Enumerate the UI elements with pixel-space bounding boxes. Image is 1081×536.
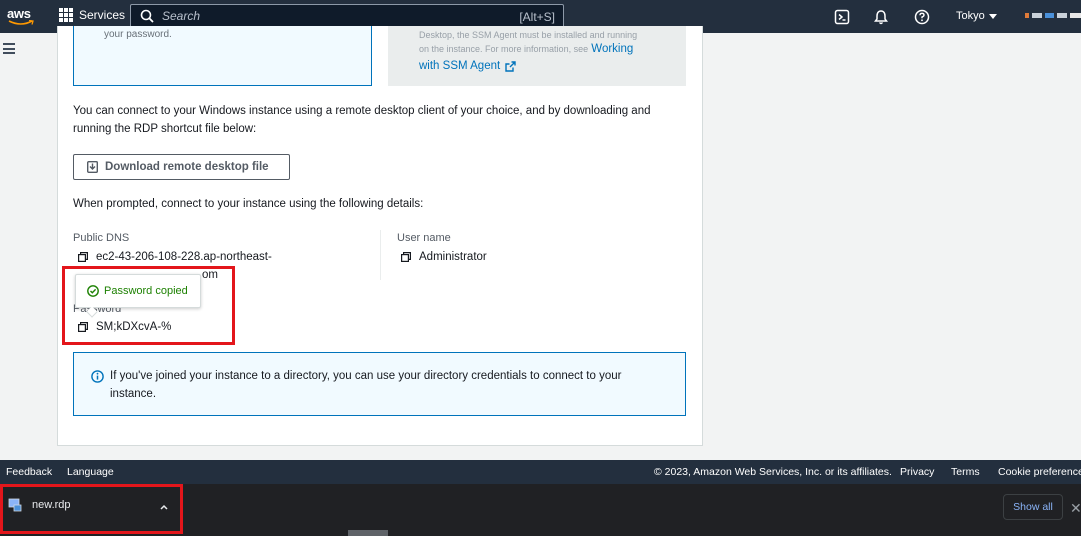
external-link-icon	[505, 60, 516, 72]
taskbar-indicator	[348, 530, 388, 536]
ssm-note-line2: on the instance. For more information, s…	[419, 43, 633, 55]
download-highlight-box	[0, 484, 183, 534]
column-divider	[380, 230, 381, 280]
grid-icon	[59, 8, 73, 22]
directory-info-alert: If you've joined your instance to a dire…	[73, 352, 686, 416]
account-menu[interactable]	[1025, 13, 1081, 18]
username-text: Administrator	[419, 251, 487, 263]
public-dns-label: Public DNS	[73, 232, 130, 244]
search-input[interactable]	[162, 9, 492, 23]
info-message: If you've joined your instance to a dire…	[110, 370, 622, 400]
account-color-block	[1057, 13, 1067, 18]
account-color-block	[1070, 13, 1081, 18]
copy-icon[interactable]	[78, 252, 88, 262]
public-dns-value: ec2-43-206-108-228.ap-northeast-	[78, 251, 272, 263]
bell-icon[interactable]	[873, 9, 889, 25]
password-highlight-box	[62, 266, 235, 345]
card-text: your password.	[104, 29, 172, 40]
services-menu-button[interactable]: Services	[59, 8, 125, 22]
username-label: User name	[397, 232, 451, 244]
terms-link[interactable]: Terms	[951, 466, 980, 478]
cloudshell-icon[interactable]	[834, 9, 850, 25]
language-link[interactable]: Language	[67, 466, 114, 478]
copy-icon[interactable]	[401, 252, 411, 262]
console-footer: Feedback Language © 2023, Amazon Web Ser…	[0, 460, 1081, 484]
caret-down-icon	[988, 13, 997, 19]
aws-smile-icon	[8, 20, 34, 25]
option-card-ssm: Desktop, the SSM Agent must be installed…	[388, 26, 686, 86]
privacy-link[interactable]: Privacy	[900, 466, 934, 478]
hamburger-menu-icon[interactable]	[3, 43, 15, 54]
close-icon[interactable]: ✕	[1070, 500, 1081, 517]
aws-logo-text: aws	[7, 6, 31, 21]
prompt-text: When prompted, connect to your instance …	[73, 198, 424, 210]
rdp-intro-text: You can connect to your Windows instance…	[73, 105, 651, 135]
public-dns-text: ec2-43-206-108-228.ap-northeast-	[96, 251, 272, 263]
show-all-button[interactable]: Show all	[1003, 494, 1063, 520]
ssm-agent-link-label: with SSM Agent	[419, 60, 501, 72]
download-icon	[87, 161, 98, 173]
option-card-rdp[interactable]: your password.	[73, 26, 372, 86]
username-value: Administrator	[401, 251, 487, 263]
feedback-link[interactable]: Feedback	[6, 466, 52, 478]
ssm-note-line1: Desktop, the SSM Agent must be installed…	[419, 30, 638, 40]
working-link[interactable]: Working	[591, 43, 633, 55]
ssm-note-prefix: on the instance. For more information, s…	[419, 44, 589, 54]
info-icon	[91, 370, 104, 383]
cookie-preferences-link[interactable]: Cookie preferences	[998, 466, 1081, 478]
region-label: Tokyo	[956, 10, 985, 22]
account-color-block	[1045, 13, 1054, 18]
account-color-block	[1025, 13, 1029, 18]
aws-logo[interactable]: aws	[7, 6, 37, 28]
ssm-agent-link[interactable]: with SSM Agent	[419, 60, 516, 72]
copyright-text: © 2023, Amazon Web Services, Inc. or its…	[654, 466, 892, 478]
download-button-label: Download remote desktop file	[105, 161, 269, 173]
search-icon	[140, 9, 154, 23]
search-shortcut-hint: [Alt+S]	[519, 10, 555, 24]
region-selector[interactable]: Tokyo	[956, 10, 997, 22]
download-rdp-button[interactable]: Download remote desktop file	[73, 154, 290, 180]
services-label: Services	[79, 8, 126, 22]
help-icon[interactable]	[914, 9, 930, 25]
account-color-block	[1032, 13, 1042, 18]
search-box[interactable]: [Alt+S]	[130, 4, 564, 28]
